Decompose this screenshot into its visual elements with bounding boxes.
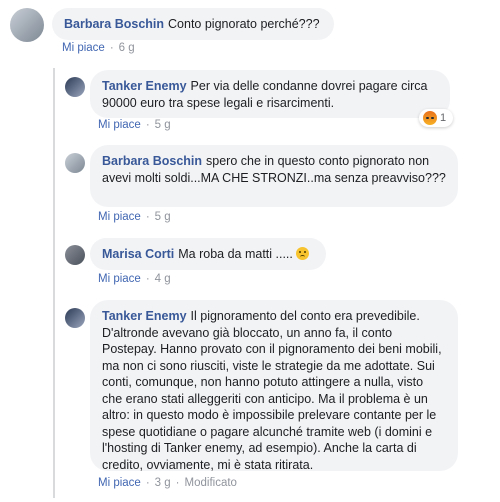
comment-bubble: Barbara Boschin spero che in questo conto…: [90, 145, 458, 207]
reaction-summary[interactable]: 1: [419, 109, 453, 127]
edited-label[interactable]: Modificato: [185, 477, 237, 489]
reaction-count: 1: [440, 112, 447, 124]
like-button[interactable]: Mi piace: [62, 42, 105, 54]
like-button[interactable]: Mi piace: [98, 211, 141, 223]
comment-actions: Mi piace · 5 g: [98, 119, 171, 131]
separator-dot: ·: [175, 477, 180, 489]
separator-dot: ·: [145, 273, 150, 285]
comment-bubble: Tanker Enemy Per via delle condanne dovre…: [90, 70, 450, 118]
avatar[interactable]: [10, 8, 44, 42]
avatar[interactable]: [65, 308, 85, 328]
comment-actions: Mi piace · 6 g: [62, 42, 135, 54]
reply-thread-line: [53, 68, 55, 498]
timestamp[interactable]: 5 g: [155, 119, 171, 131]
like-button[interactable]: Mi piace: [98, 477, 141, 489]
comment-actions: Mi piace · 3 g · Modificato: [98, 477, 237, 489]
angry-reaction-icon: [423, 111, 437, 125]
avatar[interactable]: [65, 245, 85, 265]
separator-dot: ·: [145, 211, 150, 223]
timestamp[interactable]: 3 g: [155, 477, 171, 489]
timestamp[interactable]: 6 g: [119, 42, 135, 54]
separator-dot: ·: [145, 119, 150, 131]
separator-dot: ·: [145, 477, 150, 489]
comment-author[interactable]: Marisa Corti: [102, 247, 174, 261]
comment-actions: Mi piace · 5 g: [98, 211, 171, 223]
like-button[interactable]: Mi piace: [98, 273, 141, 285]
comment-bubble: Marisa Corti Ma roba da matti .....: [90, 238, 326, 270]
comment-text: Conto pignorato perché???: [168, 17, 320, 31]
comment-bubble: Barbara Boschin Conto pignorato perché???: [52, 8, 334, 40]
sad-face-emoji: [295, 247, 309, 260]
comment-author[interactable]: Tanker Enemy: [102, 79, 187, 93]
like-button[interactable]: Mi piace: [98, 119, 141, 131]
avatar[interactable]: [65, 153, 85, 173]
comment-text: Il pignoramento del conto era prevedibil…: [102, 309, 442, 472]
avatar[interactable]: [65, 77, 85, 97]
timestamp[interactable]: 4 g: [155, 273, 171, 285]
comment-author[interactable]: Barbara Boschin: [64, 17, 164, 31]
timestamp[interactable]: 5 g: [155, 211, 171, 223]
comment-author[interactable]: Barbara Boschin: [102, 154, 202, 168]
comment-actions: Mi piace · 4 g: [98, 273, 171, 285]
comment-author[interactable]: Tanker Enemy: [102, 309, 187, 323]
comment-bubble: Tanker Enemy Il pignoramento del conto er…: [90, 300, 458, 472]
separator-dot: ·: [109, 42, 114, 54]
comment-text: Ma roba da matti .....: [178, 247, 293, 261]
